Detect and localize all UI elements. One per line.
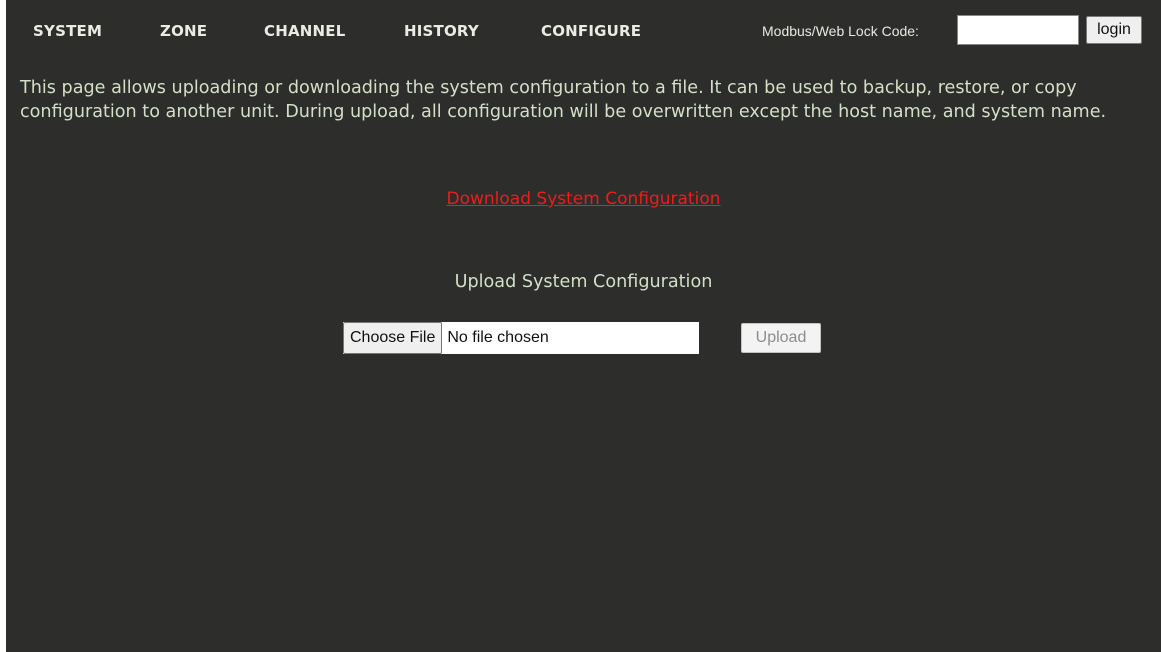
nav-history[interactable]: HISTORY (404, 22, 479, 40)
page-description: This page allows uploading or downloadin… (20, 78, 1107, 122)
file-status-text: No file chosen (447, 329, 549, 346)
file-input[interactable]: Choose File No file chosen (343, 322, 699, 354)
download-section: Download System Configuration (6, 189, 1161, 209)
page-frame: SYSTEM ZONE CHANNEL HISTORY CONFIGURE Mo… (6, 0, 1161, 652)
nav-zone[interactable]: ZONE (160, 22, 207, 40)
lock-code-label: Modbus/Web Lock Code: (762, 23, 919, 39)
choose-file-button[interactable]: Choose File (343, 322, 443, 354)
upload-title: Upload System Configuration (454, 272, 713, 292)
lock-code-input[interactable] (957, 15, 1079, 45)
top-nav: SYSTEM ZONE CHANNEL HISTORY CONFIGURE Mo… (6, 0, 1161, 63)
download-config-link[interactable]: Download System Configuration (447, 189, 721, 209)
login-button[interactable]: login (1086, 16, 1142, 44)
nav-system[interactable]: SYSTEM (33, 22, 102, 40)
nav-channel[interactable]: CHANNEL (264, 22, 345, 40)
upload-button[interactable]: Upload (741, 323, 821, 353)
nav-configure[interactable]: CONFIGURE (541, 22, 641, 40)
